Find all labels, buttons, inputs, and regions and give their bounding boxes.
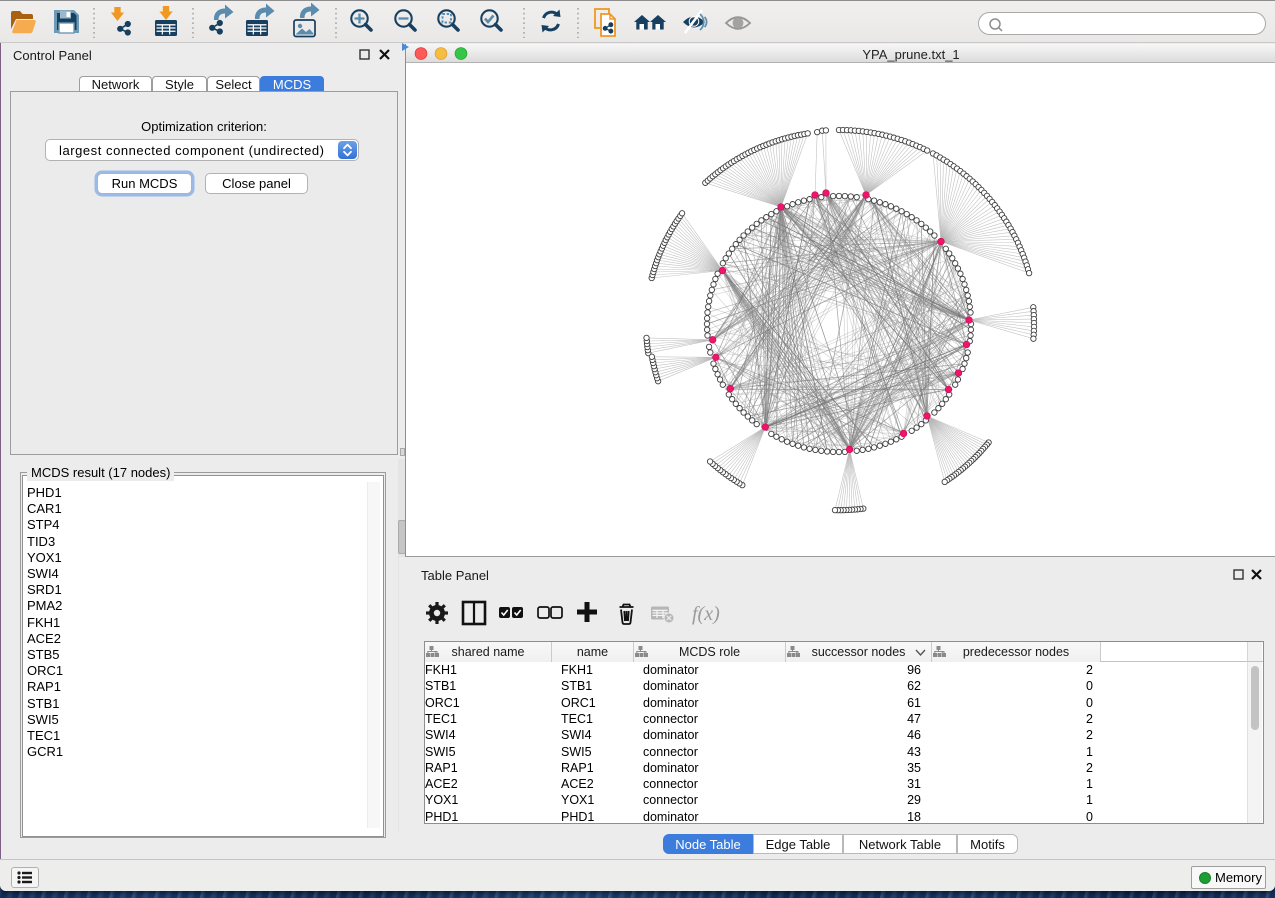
svg-text:f(x): f(x) xyxy=(692,603,720,625)
